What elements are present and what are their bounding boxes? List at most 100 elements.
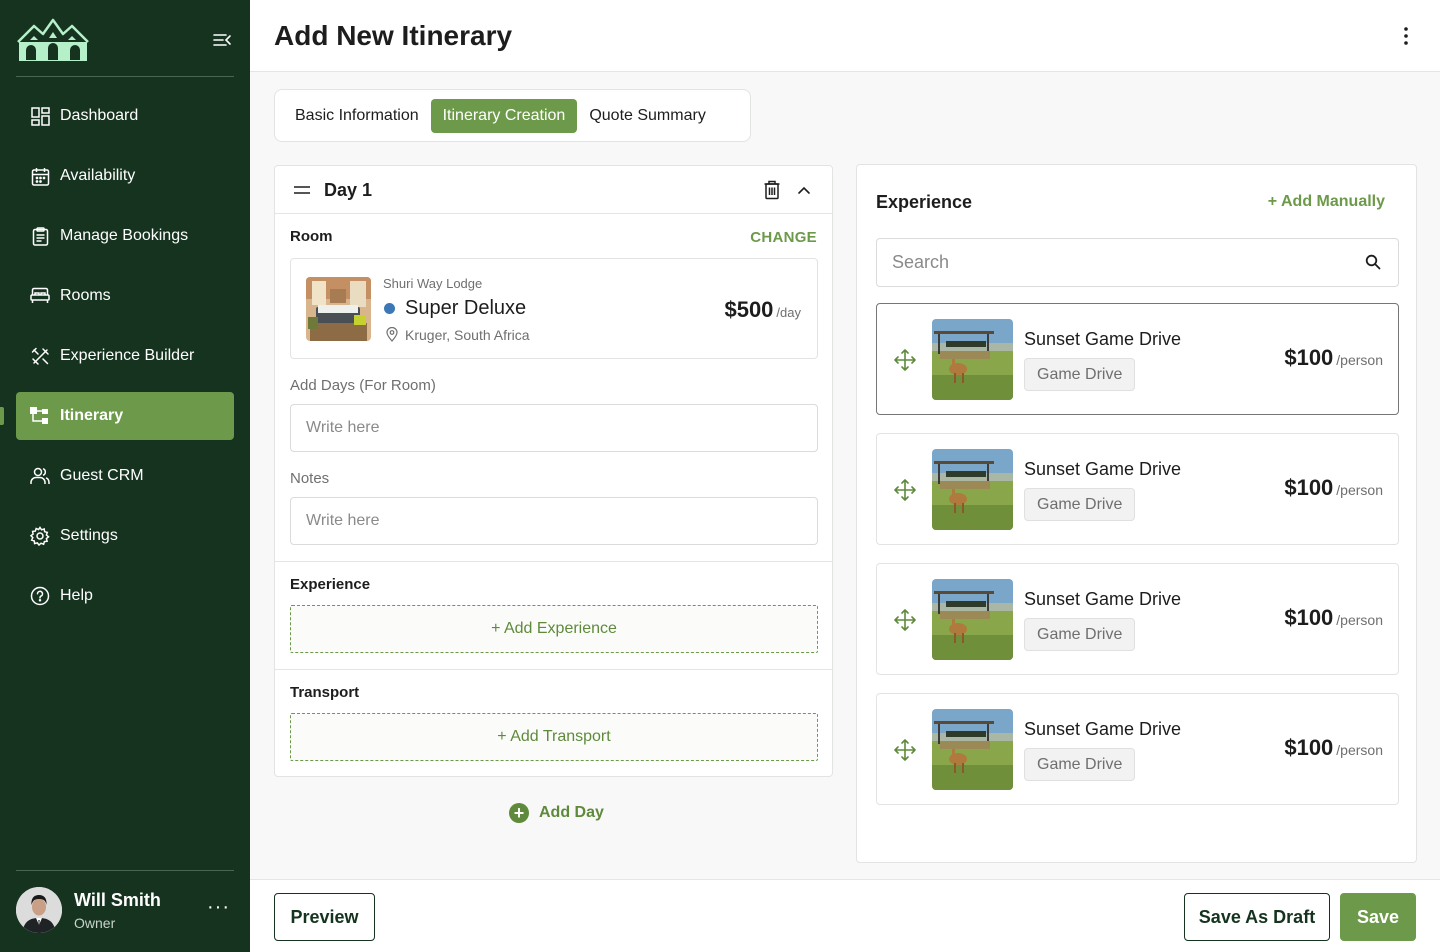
tab-quote-summary[interactable]: Quote Summary <box>577 99 717 133</box>
experience-price: $100/person <box>1284 475 1383 501</box>
help-icon <box>30 586 50 606</box>
user-profile[interactable]: Will Smith Owner ··· <box>16 886 234 934</box>
more-options-icon[interactable]: ··· <box>207 896 230 919</box>
experience-card[interactable]: Sunset Game Drive Game Drive $100/person <box>876 563 1399 675</box>
experience-price-unit: /person <box>1336 612 1383 628</box>
experience-price: $100/person <box>1284 345 1383 371</box>
save-button[interactable]: Save <box>1340 893 1416 941</box>
sidebar-item-label: Settings <box>60 527 118 544</box>
sidebar-item-guest-crm[interactable]: Guest CRM <box>16 452 234 500</box>
move-icon[interactable] <box>894 739 916 761</box>
room-price-value: $500 <box>724 297 774 322</box>
experience-label: Experience <box>290 576 371 593</box>
sidebar-item-label: Itinerary <box>60 407 124 424</box>
add-manually-button[interactable]: + Add Manually <box>1268 193 1385 211</box>
experience-tag: Game Drive <box>1024 748 1136 781</box>
day-card: Day 1 Room CHANGE Shuri Way Lodge Super … <box>274 165 833 777</box>
add-day-label: Add Day <box>539 804 604 821</box>
sidebar-item-label: Manage Bookings <box>60 227 189 244</box>
experience-thumbnail <box>932 449 1013 530</box>
lodge-name: Shuri Way Lodge <box>383 276 483 291</box>
sidebar-item-label: Dashboard <box>60 107 139 124</box>
preview-button[interactable]: Preview <box>274 893 375 941</box>
save-draft-button[interactable]: Save As Draft <box>1184 893 1330 941</box>
room-status-dot <box>384 303 395 314</box>
sidebar-item-itinerary[interactable]: Itinerary <box>16 392 234 440</box>
room-price-unit: /day <box>776 305 801 320</box>
search-icon[interactable] <box>1364 253 1382 271</box>
experience-thumbnail <box>932 579 1013 660</box>
location-pin-icon <box>386 327 398 342</box>
room-location: Kruger, South Africa <box>405 327 530 343</box>
lodge-logo[interactable] <box>16 18 90 62</box>
experience-price-unit: /person <box>1336 742 1383 758</box>
tools-icon <box>30 346 50 366</box>
experience-price-value: $100 <box>1284 345 1334 370</box>
experience-tag: Game Drive <box>1024 488 1136 521</box>
experience-panel-title: Experience <box>876 192 973 212</box>
dashboard-icon <box>30 106 50 126</box>
sidebar-divider <box>16 76 234 77</box>
hierarchy-icon <box>30 406 50 426</box>
notes-label: Notes <box>290 470 330 487</box>
experience-price: $100/person <box>1284 605 1383 631</box>
experience-tag: Game Drive <box>1024 358 1136 391</box>
calendar-icon <box>30 166 50 186</box>
experience-panel: Experience + Add Manually Sunset Game Dr… <box>856 164 1417 863</box>
add-transport-button[interactable]: + Add Transport <box>290 713 818 761</box>
section-divider <box>275 561 832 562</box>
change-room-button[interactable]: CHANGE <box>750 229 817 246</box>
avatar <box>16 887 62 933</box>
sidebar-item-dashboard[interactable]: Dashboard <box>16 92 234 140</box>
user-name: Will Smith <box>74 889 161 910</box>
footer-bar: Preview Save As Draft Save <box>250 879 1440 952</box>
add-experience-button[interactable]: + Add Experience <box>290 605 818 653</box>
experience-tag: Game Drive <box>1024 618 1136 651</box>
gear-icon <box>30 526 50 546</box>
experience-card[interactable]: Sunset Game Drive Game Drive $100/person <box>876 303 1399 415</box>
move-icon[interactable] <box>894 349 916 371</box>
move-icon[interactable] <box>894 609 916 631</box>
tab-basic-information[interactable]: Basic Information <box>283 99 431 133</box>
drag-handle-icon[interactable] <box>293 184 311 196</box>
experience-card[interactable]: Sunset Game Drive Game Drive $100/person <box>876 433 1399 545</box>
active-nav-indicator <box>0 407 4 425</box>
tab-itinerary-creation[interactable]: Itinerary Creation <box>430 98 578 133</box>
move-icon[interactable] <box>894 479 916 501</box>
sidebar-item-experience-builder[interactable]: Experience Builder <box>16 332 234 380</box>
experience-price-unit: /person <box>1336 352 1383 368</box>
sidebar-item-availability[interactable]: Availability <box>16 152 234 200</box>
experience-name: Sunset Game Drive <box>1024 719 1182 739</box>
user-role: Owner <box>74 914 116 931</box>
sidebar: Dashboard Availability Manage Bookings R… <box>0 0 250 952</box>
add-day-button[interactable]: + Add Day <box>509 801 604 825</box>
room-card[interactable]: Shuri Way Lodge Super Deluxe Kruger, Sou… <box>290 258 818 359</box>
users-icon <box>30 466 50 486</box>
page-header: Add New Itinerary <box>250 0 1440 72</box>
experience-price-value: $100 <box>1284 735 1334 760</box>
experience-card[interactable]: Sunset Game Drive Game Drive $100/person <box>876 693 1399 805</box>
room-label: Room <box>290 228 333 245</box>
page-title: Add New Itinerary <box>274 20 513 51</box>
trash-icon[interactable] <box>763 180 781 200</box>
sidebar-item-label: Rooms <box>60 287 111 304</box>
sidebar-item-manage-bookings[interactable]: Manage Bookings <box>16 212 234 260</box>
add-days-input[interactable] <box>290 404 818 452</box>
notes-input[interactable] <box>290 497 818 545</box>
day-header: Day 1 <box>275 166 832 214</box>
room-price: $500/day <box>724 297 801 323</box>
sidebar-nav: Dashboard Availability Manage Bookings R… <box>16 92 234 632</box>
experience-price-unit: /person <box>1336 482 1383 498</box>
sidebar-item-settings[interactable]: Settings <box>16 512 234 560</box>
room-name: Super Deluxe <box>405 297 527 319</box>
chevron-up-icon[interactable] <box>796 182 812 198</box>
experience-price-value: $100 <box>1284 475 1334 500</box>
sidebar-divider <box>16 870 234 871</box>
experience-thumbnail <box>932 319 1013 400</box>
collapse-sidebar-icon[interactable] <box>212 30 232 50</box>
sidebar-item-help[interactable]: Help <box>16 572 234 620</box>
sidebar-item-rooms[interactable]: Rooms <box>16 272 234 320</box>
search-input[interactable] <box>876 238 1399 287</box>
kebab-menu-icon[interactable] <box>1402 26 1410 46</box>
section-divider <box>275 669 832 670</box>
